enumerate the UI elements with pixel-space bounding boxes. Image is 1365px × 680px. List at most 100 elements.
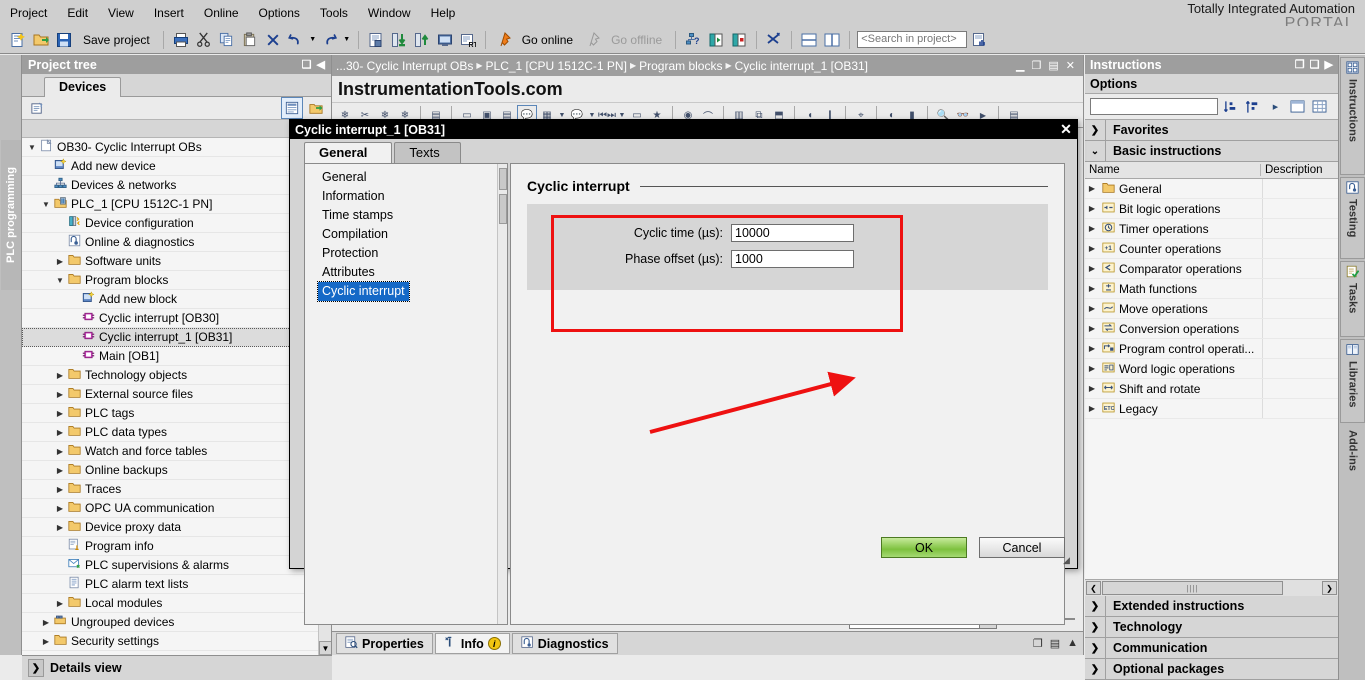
tree-options-icon[interactable] <box>27 98 47 118</box>
tree-item-plc-alarm-text-lists[interactable]: PLC alarm text lists <box>22 575 331 594</box>
rail-tab-add-ins[interactable]: Add-ins <box>1340 425 1365 505</box>
tree-item-online-backups[interactable]: ▶ Online backups <box>22 461 331 480</box>
go-offline-button[interactable]: Go offline <box>605 30 668 50</box>
expand-toggle-right-icon[interactable]: ▶ <box>1085 204 1099 213</box>
more-options-icon[interactable]: ▶ <box>1267 98 1284 115</box>
expand-toggle-right-icon[interactable]: ▶ <box>40 618 52 627</box>
split-vertical-icon[interactable] <box>822 30 842 50</box>
tree-item-program-blocks[interactable]: ▼ Program blocks <box>22 271 331 290</box>
chevron-down-icon[interactable]: ⌄ <box>1085 141 1106 161</box>
expand-toggle-right-icon[interactable]: ▶ <box>1085 304 1099 313</box>
start-cpu-icon[interactable] <box>706 30 726 50</box>
dialog-nav-general[interactable]: General <box>305 168 507 187</box>
collapse-instructions-icon[interactable]: ▶ <box>1325 58 1333 71</box>
tab-devices[interactable]: Devices <box>44 77 122 97</box>
dialog-nav-cyclic-interrupt[interactable]: Cyclic interrupt <box>317 281 410 302</box>
tree-item-cyclic-interrupt-1-ob31[interactable]: Cyclic interrupt_1 [OB31] <box>22 328 331 347</box>
instructions-search-input[interactable] <box>1090 98 1218 115</box>
expand-toggle-right-icon[interactable]: ▶ <box>1085 344 1099 353</box>
dialog-tab-general[interactable]: General <box>304 142 393 163</box>
dialog-nav-time-stamps[interactable]: Time stamps <box>305 206 507 225</box>
redo-icon[interactable] <box>320 30 340 50</box>
tree-item-security-settings[interactable]: ▶ Security settings <box>22 632 331 651</box>
print-icon[interactable] <box>171 30 191 50</box>
tree-item-ungrouped-devices[interactable]: ▶ Ungrouped devices <box>22 613 331 632</box>
instruction-group-conversion-operations[interactable]: ▶ Conversion operations <box>1085 319 1338 339</box>
tree-item-add-new-device[interactable]: Add new device <box>22 157 331 176</box>
cut-icon[interactable] <box>194 30 214 50</box>
collapse-info-icon[interactable]: ▲ <box>1067 637 1078 650</box>
restore-panel-icon[interactable]: ❏ <box>302 58 312 71</box>
column-header-name[interactable]: Name <box>1085 164 1261 176</box>
new-project-icon[interactable] <box>8 30 28 50</box>
instruction-group-counter-operations[interactable]: ▶ +1 Counter operations <box>1085 239 1338 259</box>
tree-item-software-units[interactable]: ▶ Software units <box>22 252 331 271</box>
scroll-right-icon[interactable]: ❯ <box>1322 581 1337 595</box>
expand-toggle-right-icon[interactable]: ▶ <box>1085 244 1099 253</box>
instruction-group-legacy[interactable]: ▶ ETC Legacy <box>1085 399 1338 419</box>
tree-item-external-source-files[interactable]: ▶ External source files <box>22 385 331 404</box>
phase-offset-field[interactable] <box>731 250 854 268</box>
download-icon[interactable] <box>389 30 409 50</box>
menu-item-help[interactable]: Help <box>421 4 466 22</box>
instruction-group-comparator-operations[interactable]: ▶ Comparator operations <box>1085 259 1338 279</box>
maximize-icon[interactable]: ▤ <box>1048 59 1058 72</box>
expand-toggle-right-icon[interactable]: ▶ <box>54 257 66 266</box>
open-project-icon[interactable] <box>31 30 51 50</box>
expand-toggle-right-icon[interactable]: ▶ <box>54 390 66 399</box>
expand-toggle-right-icon[interactable]: ▶ <box>1085 224 1099 233</box>
section-communication[interactable]: ❯ Communication <box>1085 638 1338 659</box>
tree-item-plc-data-types[interactable]: ▶ PLC data types <box>22 423 331 442</box>
breadcrumb-item-project[interactable]: ...30- Cyclic Interrupt OBs <box>336 59 473 73</box>
expand-toggle-down-icon[interactable]: ▼ <box>54 276 66 285</box>
instruction-group-general[interactable]: ▶ General <box>1085 179 1338 199</box>
instruction-group-timer-operations[interactable]: ▶ Timer operations <box>1085 219 1338 239</box>
expand-toggle-right-icon[interactable]: ▶ <box>1085 384 1099 393</box>
stop-cpu-icon[interactable] <box>729 30 749 50</box>
tree-item-add-new-block[interactable]: Add new block <box>22 290 331 309</box>
menu-item-view[interactable]: View <box>98 4 144 22</box>
section-optional-packages[interactable]: ❯ Optional packages <box>1085 659 1338 680</box>
tree-item-device-proxy-data[interactable]: ▶ Device proxy data <box>22 518 331 537</box>
chevron-right-icon[interactable]: ❯ <box>1085 596 1106 616</box>
split-horizontal-icon[interactable] <box>799 30 819 50</box>
instruction-group-shift-and-rotate[interactable]: ▶ Shift and rotate <box>1085 379 1338 399</box>
section-favorites[interactable]: ❯ Favorites <box>1085 120 1338 141</box>
tree-item-watch-and-force-tables[interactable]: ▶ Watch and force tables <box>22 442 331 461</box>
breadcrumb-item-program-blocks[interactable]: Program blocks <box>639 59 722 73</box>
dialog-nav-compilation[interactable]: Compilation <box>305 225 507 244</box>
tab-info[interactable]: Info i <box>434 633 510 654</box>
instructions-horizontal-scrollbar[interactable]: ❮ |||| ❯ <box>1085 579 1338 596</box>
restore-icon[interactable]: ❐ <box>1032 59 1042 72</box>
tree-item-plc-tags[interactable]: ▶ PLC tags <box>22 404 331 423</box>
expand-toggle-right-icon[interactable]: ▶ <box>54 371 66 380</box>
redo-dropdown-icon[interactable]: ▼ <box>343 30 351 50</box>
section-extended-instructions[interactable]: ❯ Extended instructions <box>1085 596 1338 617</box>
section-technology[interactable]: ❯ Technology <box>1085 617 1338 638</box>
tree-item-plc-1-cpu-1512c-1-pn[interactable]: ▼ PLC_1 [CPU 1512C-1 PN] <box>22 195 331 214</box>
breadcrumb-item-plc[interactable]: PLC_1 [CPU 1512C-1 PN] <box>486 59 627 73</box>
cross-reference-icon[interactable] <box>764 30 784 50</box>
instruction-group-move-operations[interactable]: ▶ Move operations <box>1085 299 1338 319</box>
search-input[interactable]: <Search in project> <box>857 31 968 48</box>
dialog-nav-protection[interactable]: Protection <box>305 244 507 263</box>
delete-icon[interactable] <box>263 30 283 50</box>
resize-grip-icon[interactable]: ◢ <box>1063 555 1075 567</box>
float-panel-icon[interactable]: ❐ <box>1295 58 1305 71</box>
accessible-devices-icon[interactable]: ? <box>683 30 703 50</box>
instruction-group-bit-logic-operations[interactable]: ▶ Bit logic operations <box>1085 199 1338 219</box>
tree-item-technology-objects[interactable]: ▶ Technology objects <box>22 366 331 385</box>
cyclic-time-field[interactable] <box>731 224 854 242</box>
cancel-button[interactable]: Cancel <box>979 537 1065 558</box>
collapse-panel-icon[interactable]: ◀ <box>317 58 325 71</box>
instruction-group-program-control-operati[interactable]: ▶ Program control operati... <box>1085 339 1338 359</box>
menu-item-insert[interactable]: Insert <box>144 4 194 22</box>
tree-item-main-ob1[interactable]: Main [OB1] <box>22 347 331 366</box>
tree-item-plc-supervisions-alarms[interactable]: PLC supervisions & alarms <box>22 556 331 575</box>
tree-item-device-configuration[interactable]: Device configuration <box>22 214 331 233</box>
rail-tab-testing[interactable]: Testing <box>1340 177 1365 259</box>
save-project-button[interactable]: Save project <box>77 30 156 50</box>
menu-item-window[interactable]: Window <box>358 4 421 22</box>
rail-tab-instructions[interactable]: Instructions <box>1340 57 1365 175</box>
nav-scroll-thumb-lower[interactable] <box>499 194 507 224</box>
